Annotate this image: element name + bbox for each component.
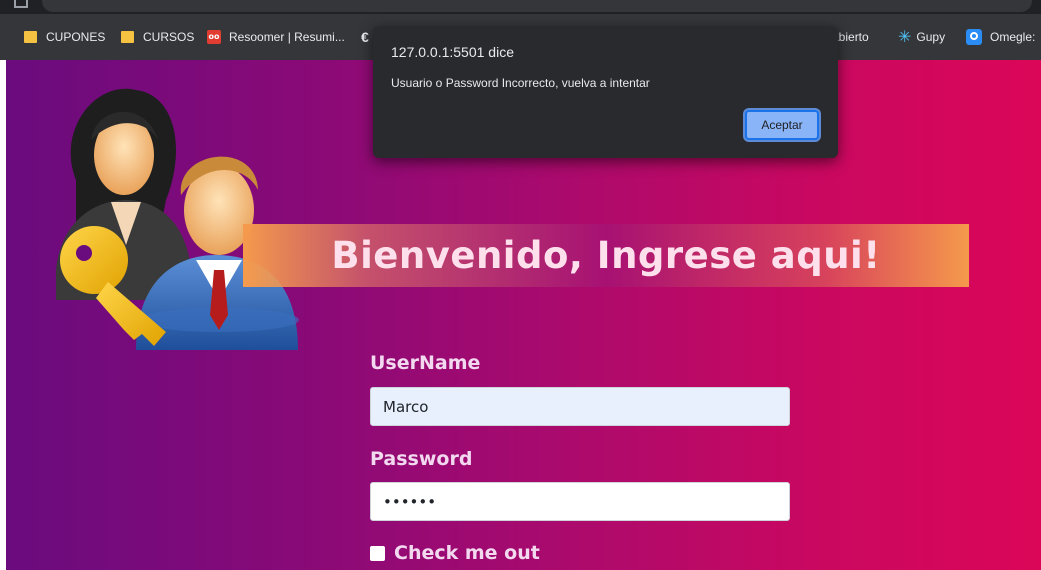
bookmark-cupones[interactable]: CUPONES xyxy=(24,14,105,60)
check-me-out-label: Check me out xyxy=(394,542,540,564)
bookmark-gupy[interactable]: ✳ Gupy xyxy=(898,14,945,60)
bookmark-label: Gupy xyxy=(916,30,946,44)
resoomer-icon: oo xyxy=(207,30,221,44)
bookmark-euro[interactable]: € xyxy=(361,14,369,60)
password-label: Password xyxy=(370,448,473,470)
omegle-icon xyxy=(966,29,982,45)
bookmark-label: Omegle: xyxy=(990,30,1036,44)
users-key-icon xyxy=(56,88,299,350)
bookmark-label: CURSOS xyxy=(143,30,195,44)
address-bar-strip xyxy=(0,0,1041,14)
alert-title: 127.0.0.1:5501 dice xyxy=(391,44,514,60)
browser-button-icon[interactable] xyxy=(14,0,28,8)
username-label: UserName xyxy=(370,352,481,374)
alert-message: Usuario o Password Incorrecto, vuelva a … xyxy=(391,76,650,90)
page-title: Bienvenido, Ingrese aqui! xyxy=(331,234,881,277)
gupy-icon: ✳ xyxy=(898,29,912,46)
check-me-out-row[interactable]: Check me out xyxy=(370,542,540,564)
bookmark-resoomer[interactable]: oo Resoomer | Resumi... xyxy=(207,14,345,60)
bookmark-cursos[interactable]: CURSOS xyxy=(121,14,194,60)
address-bar[interactable] xyxy=(42,0,1032,12)
euro-icon: € xyxy=(361,29,369,45)
username-input[interactable] xyxy=(370,387,790,426)
welcome-banner: Bienvenido, Ingrese aqui! xyxy=(243,224,969,287)
folder-icon xyxy=(121,31,134,43)
bookmark-label: CUPONES xyxy=(46,30,106,44)
bookmark-omegle[interactable]: Omegle: xyxy=(966,14,1035,60)
check-me-out-checkbox[interactable] xyxy=(370,545,385,561)
bookmark-label: Resoomer | Resumi... xyxy=(229,30,345,44)
alert-dialog: 127.0.0.1:5501 dice Usuario o Password I… xyxy=(373,26,838,158)
folder-icon xyxy=(24,31,37,43)
password-input[interactable] xyxy=(370,482,790,521)
accept-button[interactable]: Aceptar xyxy=(745,110,819,140)
